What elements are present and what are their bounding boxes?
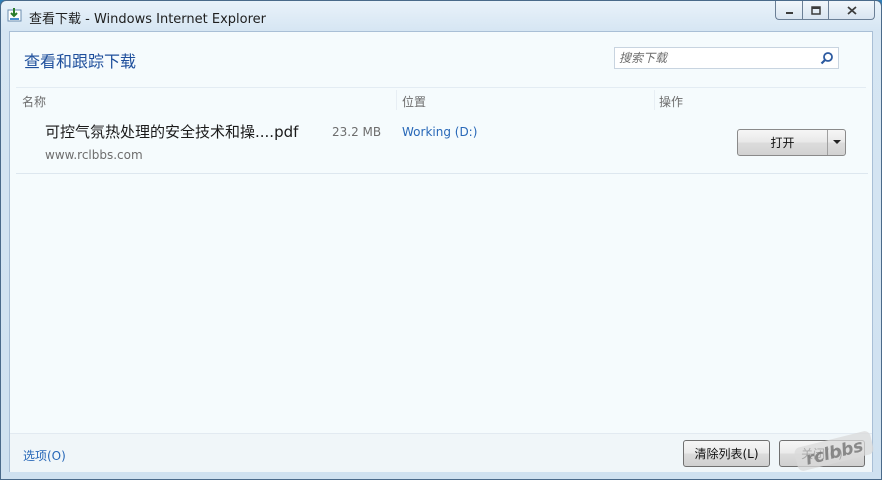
caption-buttons xyxy=(775,1,875,21)
column-divider xyxy=(396,90,397,110)
downloads-icon xyxy=(7,8,22,22)
search-box[interactable] xyxy=(614,47,839,69)
close-window-button[interactable] xyxy=(828,1,875,20)
close-icon xyxy=(846,5,857,15)
downloads-panel: 查看和跟踪下载 名称 位置 操作 可控气氛热处理的安全技术和操....pdf 2… xyxy=(9,31,873,472)
search-input[interactable] xyxy=(619,50,815,66)
clear-list-button[interactable]: 清除列表(L) xyxy=(683,440,770,467)
column-location-header[interactable]: 位置 xyxy=(402,93,426,110)
column-divider xyxy=(654,90,655,110)
open-options-dropdown[interactable] xyxy=(828,130,845,155)
download-row[interactable]: 可控气氛热处理的安全技术和操....pdf 23.2 MB www.rclbbs… xyxy=(16,112,868,174)
open-split-button: 打开 xyxy=(737,129,846,156)
column-actions-header: 操作 xyxy=(659,95,684,109)
maximize-button[interactable] xyxy=(802,1,828,20)
minimize-button[interactable] xyxy=(775,1,802,20)
minimize-icon xyxy=(785,11,793,14)
chevron-down-icon xyxy=(832,140,841,144)
file-source: www.rclbbs.com xyxy=(45,148,143,162)
downloads-window: 查看下载 - Windows Internet Explorer 查看和跟踪下载… xyxy=(0,0,882,480)
file-size: 23.2 MB xyxy=(332,125,382,139)
window-title: 查看下载 - Windows Internet Explorer xyxy=(29,12,266,27)
open-button[interactable]: 打开 xyxy=(738,130,828,155)
search-icon[interactable] xyxy=(820,51,834,65)
maximize-icon xyxy=(810,5,821,15)
file-location-link[interactable]: Working (D:) xyxy=(402,125,477,139)
file-name: 可控气氛热处理的安全技术和操....pdf xyxy=(45,123,299,141)
options-link[interactable]: 选项(O) xyxy=(23,447,66,464)
close-button[interactable]: 关闭(C) xyxy=(779,440,865,467)
column-name-header[interactable]: 名称 xyxy=(22,93,46,110)
page-title: 查看和跟踪下载 xyxy=(24,52,137,71)
column-header: 名称 位置 操作 xyxy=(16,87,866,111)
footer-bar: 选项(O) 清除列表(L) 关闭(C) xyxy=(10,433,872,472)
title-bar[interactable]: 查看下载 - Windows Internet Explorer xyxy=(1,1,881,31)
